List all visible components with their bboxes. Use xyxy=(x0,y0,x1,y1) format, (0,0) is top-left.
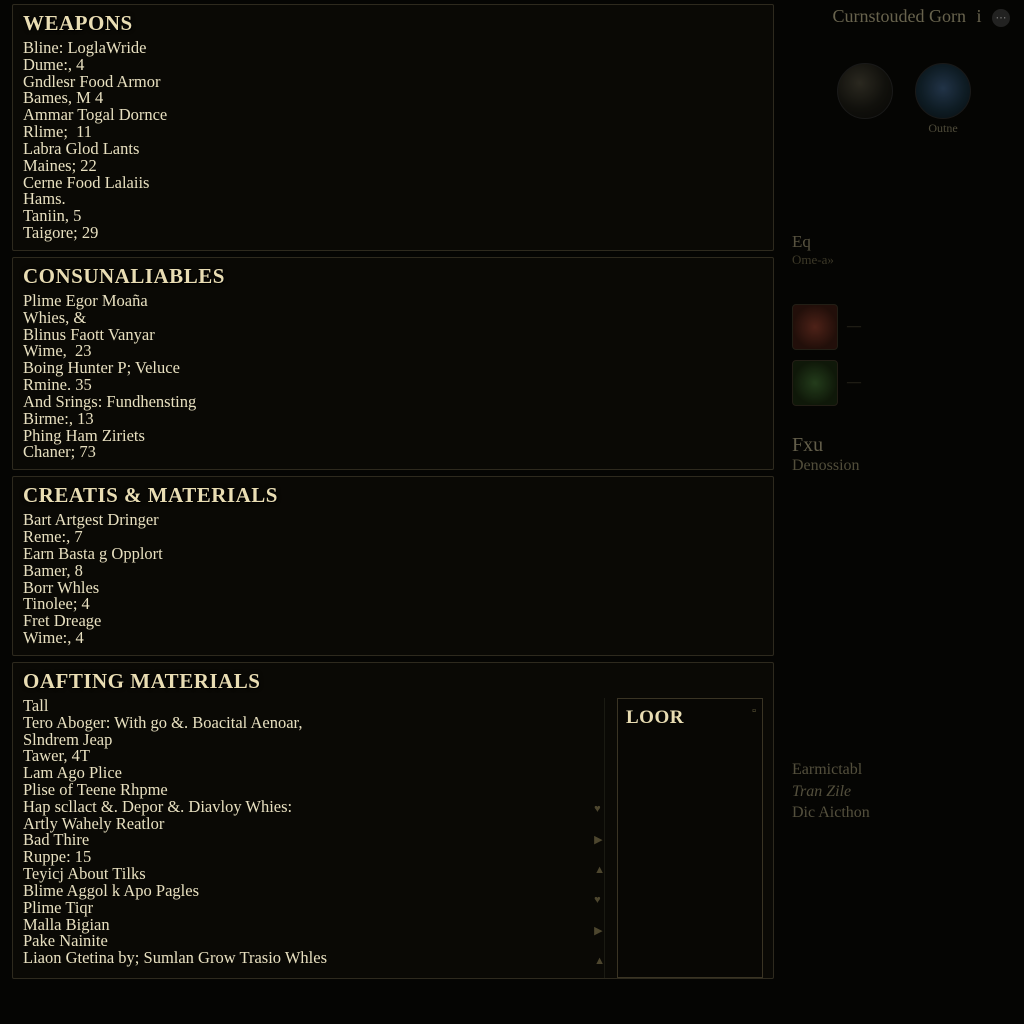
character-name-text: Curnstouded Gorn xyxy=(832,6,966,26)
crafting-title: Oafting Materials xyxy=(23,669,763,694)
chevron-right-icon[interactable]: ▶ xyxy=(594,924,605,937)
lore-corner-icon: ▫ xyxy=(752,705,756,717)
list-item[interactable]: Cerne Food Lalaiis xyxy=(23,175,763,192)
lore-title: Loor xyxy=(626,707,754,729)
info-badge-icon[interactable]: ⋯ xyxy=(992,9,1010,27)
character-portrait[interactable] xyxy=(837,63,893,119)
equipment-label: Eq xyxy=(792,232,1016,252)
crafting-items-list[interactable]: Tall Tero Aboger: With go &. Boacital Ae… xyxy=(23,698,605,978)
list-item[interactable]: Liaon Gtetina by; Sumlan Grow Trasio Whl… xyxy=(23,950,596,967)
list-item[interactable]: Bad Thire xyxy=(23,832,596,849)
sidebar-footer: Earmictabl Tran Zile Dic Aicthon xyxy=(792,759,870,824)
chevron-right-icon[interactable]: ▶ xyxy=(594,833,605,846)
portrait-label: Outne xyxy=(915,121,971,136)
list-item[interactable]: Gndlesr Food Armor xyxy=(23,74,763,91)
list-item[interactable]: Bart Artgest Dringer xyxy=(23,512,763,529)
list-item[interactable]: Plime Egor Moaña xyxy=(23,293,763,310)
list-item: Hams. xyxy=(23,191,763,208)
footer-line: Dic Aicthon xyxy=(792,802,870,824)
portrait-row: Outne xyxy=(792,63,1016,136)
status-section: Fxu Denossion xyxy=(792,434,1016,475)
status-sub: Denossion xyxy=(792,457,1016,475)
list-item[interactable]: Boing Hunter P; Veluce xyxy=(23,360,763,377)
equipment-section: Eq Ome-a» xyxy=(792,232,1016,268)
list-item[interactable]: Ammar Togal Dornce xyxy=(23,107,763,124)
list-item[interactable]: Labra Glod Lants xyxy=(23,141,763,158)
character-name-suffix: i xyxy=(976,6,981,26)
list-item[interactable]: Artly Wahely Reatlor xyxy=(23,816,596,833)
list-item: Bamer, 8 xyxy=(23,563,763,580)
character-name: Curnstouded Gorn i ⋯ xyxy=(792,6,1016,27)
chevron-up-icon[interactable]: ▲ xyxy=(594,864,605,876)
list-item: Chaner; 73 xyxy=(23,444,763,461)
character-sidebar: Curnstouded Gorn i ⋯ Outne Eq Ome-a» — —… xyxy=(780,0,1024,1024)
list-item[interactable]: Blime Aggol k Apo Pagles xyxy=(23,883,596,900)
crafting-panel: Oafting Materials Tall Tero Aboger: With… xyxy=(12,662,774,979)
inventory-main-column: Weapons Bline: LoglaWride Dume:, 4 Gndle… xyxy=(0,0,780,1024)
consumables-title: Consunaliables xyxy=(23,264,763,289)
list-item[interactable]: Earn Basta g Opplort xyxy=(23,546,763,563)
list-item: Taniin, 5 xyxy=(23,208,763,225)
equipment-slot[interactable]: — xyxy=(792,304,838,350)
list-item[interactable]: Blinus Faott Vanyar xyxy=(23,327,763,344)
scroll-arrows[interactable]: ♥ ▶ ▲ ♥ ▶ ▲ xyxy=(594,803,605,967)
list-item[interactable]: Malla Bigian xyxy=(23,917,596,934)
list-item[interactable]: Phing Ham Ziriets xyxy=(23,428,763,445)
list-item: Taigore; 29 xyxy=(23,225,763,242)
equipment-sub: Ome-a» xyxy=(792,252,1016,268)
list-item[interactable]: Borr Whles xyxy=(23,580,763,597)
weapons-title: Weapons xyxy=(23,11,763,36)
list-item[interactable]: Bline: LoglaWride xyxy=(23,40,763,57)
list-item: Tinolee; 4 xyxy=(23,596,763,613)
heart-icon[interactable]: ♥ xyxy=(594,894,605,906)
chevron-up-icon[interactable]: ▲ xyxy=(594,955,605,967)
status-label: Fxu xyxy=(792,434,1016,457)
consumables-panel: Consunaliables Plime Egor Moaña Whies, &… xyxy=(12,257,774,470)
companion-portrait[interactable] xyxy=(915,63,971,119)
lore-panel: Loor ▫ xyxy=(617,698,763,978)
equipment-slot[interactable]: — xyxy=(792,360,838,406)
heart-icon[interactable]: ♥ xyxy=(594,803,605,815)
weapons-panel: Weapons Bline: LoglaWride Dume:, 4 Gndle… xyxy=(12,4,774,251)
list-item[interactable]: Fret Dreage xyxy=(23,613,763,630)
list-item[interactable]: Slndrem Jeap xyxy=(23,732,596,749)
footer-line: Tran Zile xyxy=(792,781,870,803)
footer-line: Earmictabl xyxy=(792,759,870,781)
equipment-slots: — — xyxy=(792,304,1016,406)
materials-title: Creatis & materials xyxy=(23,483,763,508)
list-item: Wime:, 4 xyxy=(23,630,763,647)
list-item[interactable]: And Srings: Fundhensting xyxy=(23,394,763,411)
materials-panel: Creatis & materials Bart Artgest Dringer… xyxy=(12,476,774,656)
list-item[interactable]: Tero Aboger: With go &. Boacital Aenoar, xyxy=(23,715,596,732)
